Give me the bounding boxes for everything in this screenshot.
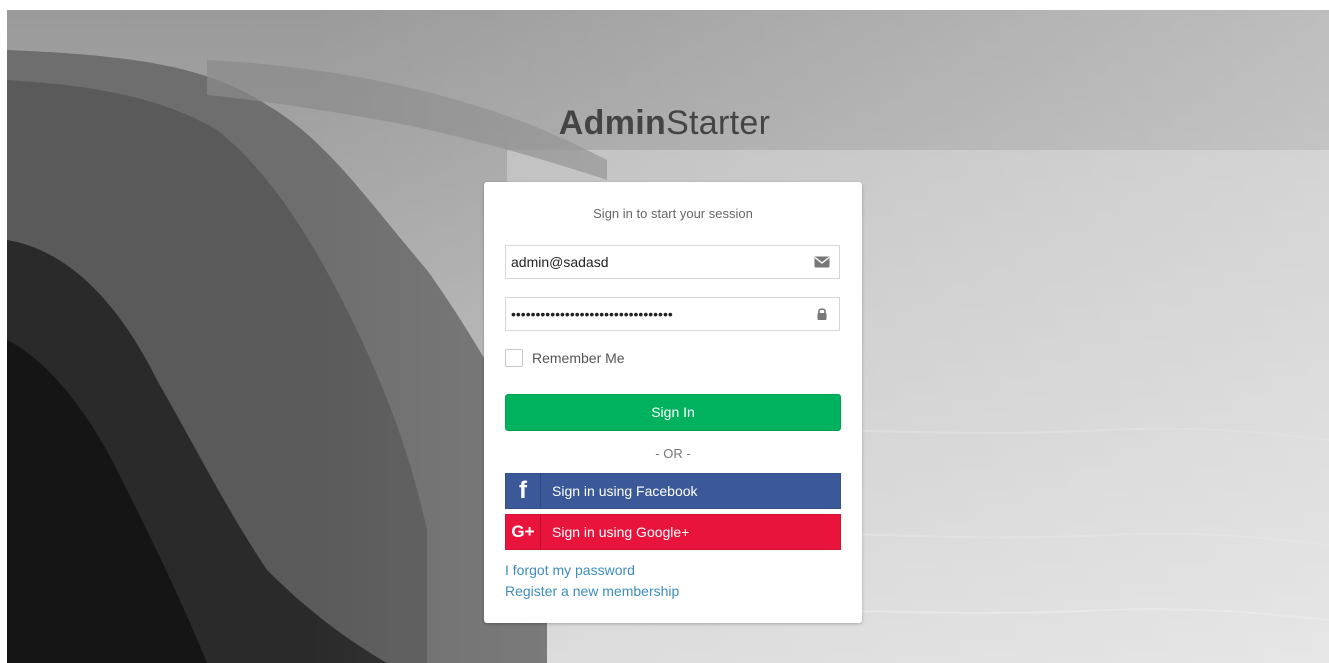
register-link[interactable]: Register a new membership xyxy=(505,583,679,599)
forgot-password-link[interactable]: I forgot my password xyxy=(505,562,635,578)
or-separator: - OR - xyxy=(655,446,691,461)
login-box-message: Sign in to start your session xyxy=(593,206,753,221)
facebook-sign-in-button[interactable]: f Sign in using Facebook xyxy=(505,473,841,509)
remember-me-label: Remember Me xyxy=(532,350,625,366)
brand-logo[interactable]: AdminStarter xyxy=(0,104,1329,143)
envelope-icon xyxy=(814,256,830,268)
google-plus-sign-in-label: Sign in using Google+ xyxy=(552,524,690,540)
login-box: Sign in to start your session Remember M… xyxy=(484,182,862,623)
facebook-icon: f xyxy=(506,474,541,508)
brand-logo-bold: Admin xyxy=(558,104,667,142)
google-plus-icon: G+ xyxy=(506,515,541,549)
brand-logo-light: Starter xyxy=(666,104,771,142)
lock-icon xyxy=(817,308,827,320)
google-plus-sign-in-button[interactable]: G+ Sign in using Google+ xyxy=(505,514,841,550)
remember-me-checkbox[interactable] xyxy=(505,349,523,367)
sign-in-button[interactable]: Sign In xyxy=(505,394,841,431)
email-input[interactable] xyxy=(506,246,811,278)
remember-me[interactable]: Remember Me xyxy=(505,348,625,368)
password-field[interactable] xyxy=(505,297,840,331)
facebook-sign-in-label: Sign in using Facebook xyxy=(552,483,698,499)
password-input[interactable] xyxy=(506,298,811,330)
email-field[interactable] xyxy=(505,245,840,279)
